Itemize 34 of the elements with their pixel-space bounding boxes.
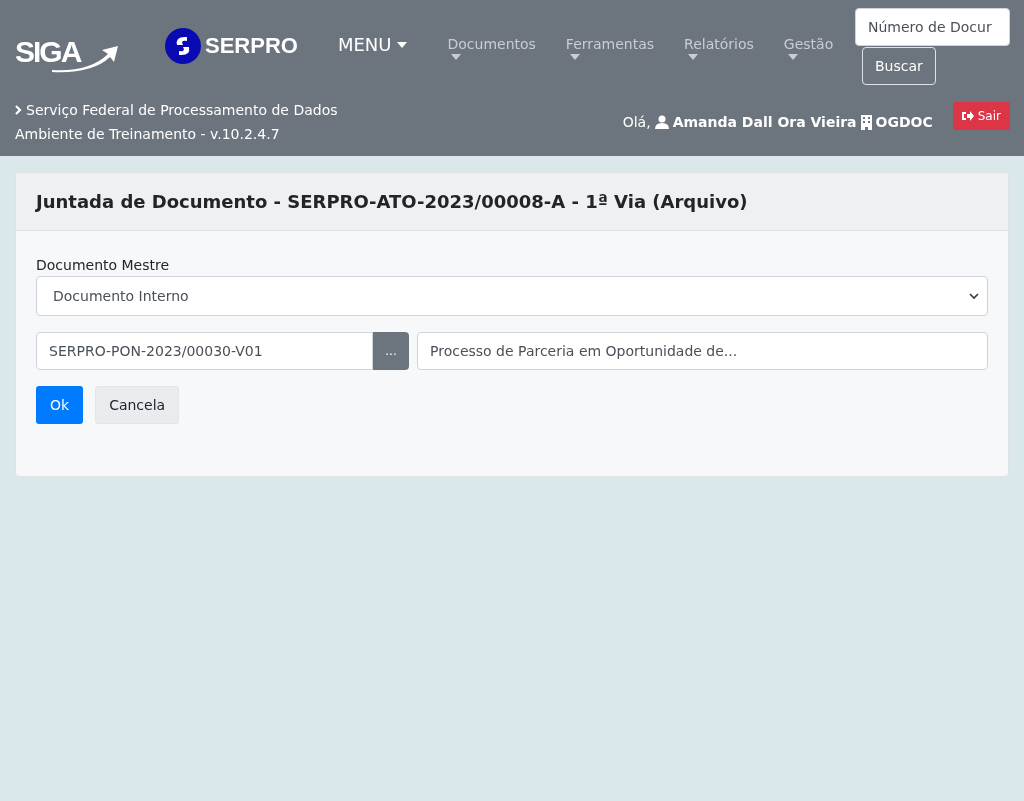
caret-icon	[787, 54, 798, 60]
search-button[interactable]: Buscar	[862, 47, 936, 85]
organization-name: Serviço Federal de Processamento de Dados	[26, 101, 338, 120]
logout-button[interactable]: Sair	[952, 102, 1010, 130]
greeting-text: Olá,	[622, 114, 651, 130]
nav-menu-item[interactable]: Ferramentas	[565, 36, 655, 60]
brand-text: SERPRO	[205, 33, 298, 59]
nav-menu-item[interactable]: Relatórios	[684, 36, 754, 60]
menu-button[interactable]: MENU	[337, 34, 408, 55]
cancel-button[interactable]: Cancela	[95, 386, 180, 424]
environment-version: Ambiente de Treinamento - v.10.2.4.7	[15, 125, 281, 144]
nav-menu-item[interactable]: Documentos	[447, 36, 536, 60]
ok-button[interactable]: Ok	[36, 386, 84, 424]
user-icon	[654, 115, 669, 129]
field-label: Documento Mestre	[36, 257, 170, 273]
chevron-down-icon	[969, 292, 979, 300]
caret-icon	[569, 54, 580, 60]
user-name: Amanda Dall Ora Vieira	[672, 114, 857, 130]
document-type-select[interactable]: Documento Interno	[36, 276, 988, 316]
caret-icon	[397, 41, 408, 48]
document-code-field[interactable]: SERPRO-PON-2023/00030-V01	[36, 332, 373, 370]
card-title: Juntada de Documento - SERPRO-ATO-2023/00008-A - 1ª Via (Arquivo)	[36, 191, 748, 212]
nav-menu-item[interactable]: Gestão	[783, 36, 834, 60]
chevron-right-icon	[15, 105, 22, 115]
caret-icon	[451, 54, 462, 60]
sign-out-icon	[961, 111, 974, 121]
unit-name: OGDOC	[875, 114, 933, 130]
circle-logo-icon	[165, 28, 201, 64]
caret-icon	[688, 54, 699, 60]
logo-text: SIGA	[15, 35, 81, 69]
building-icon	[860, 114, 872, 130]
browse-button[interactable]: ...	[373, 332, 409, 370]
search-field[interactable]: Número de Docur	[855, 8, 1010, 46]
document-description-field[interactable]: Processo de Parceria em Oportunidade de...	[417, 332, 988, 370]
